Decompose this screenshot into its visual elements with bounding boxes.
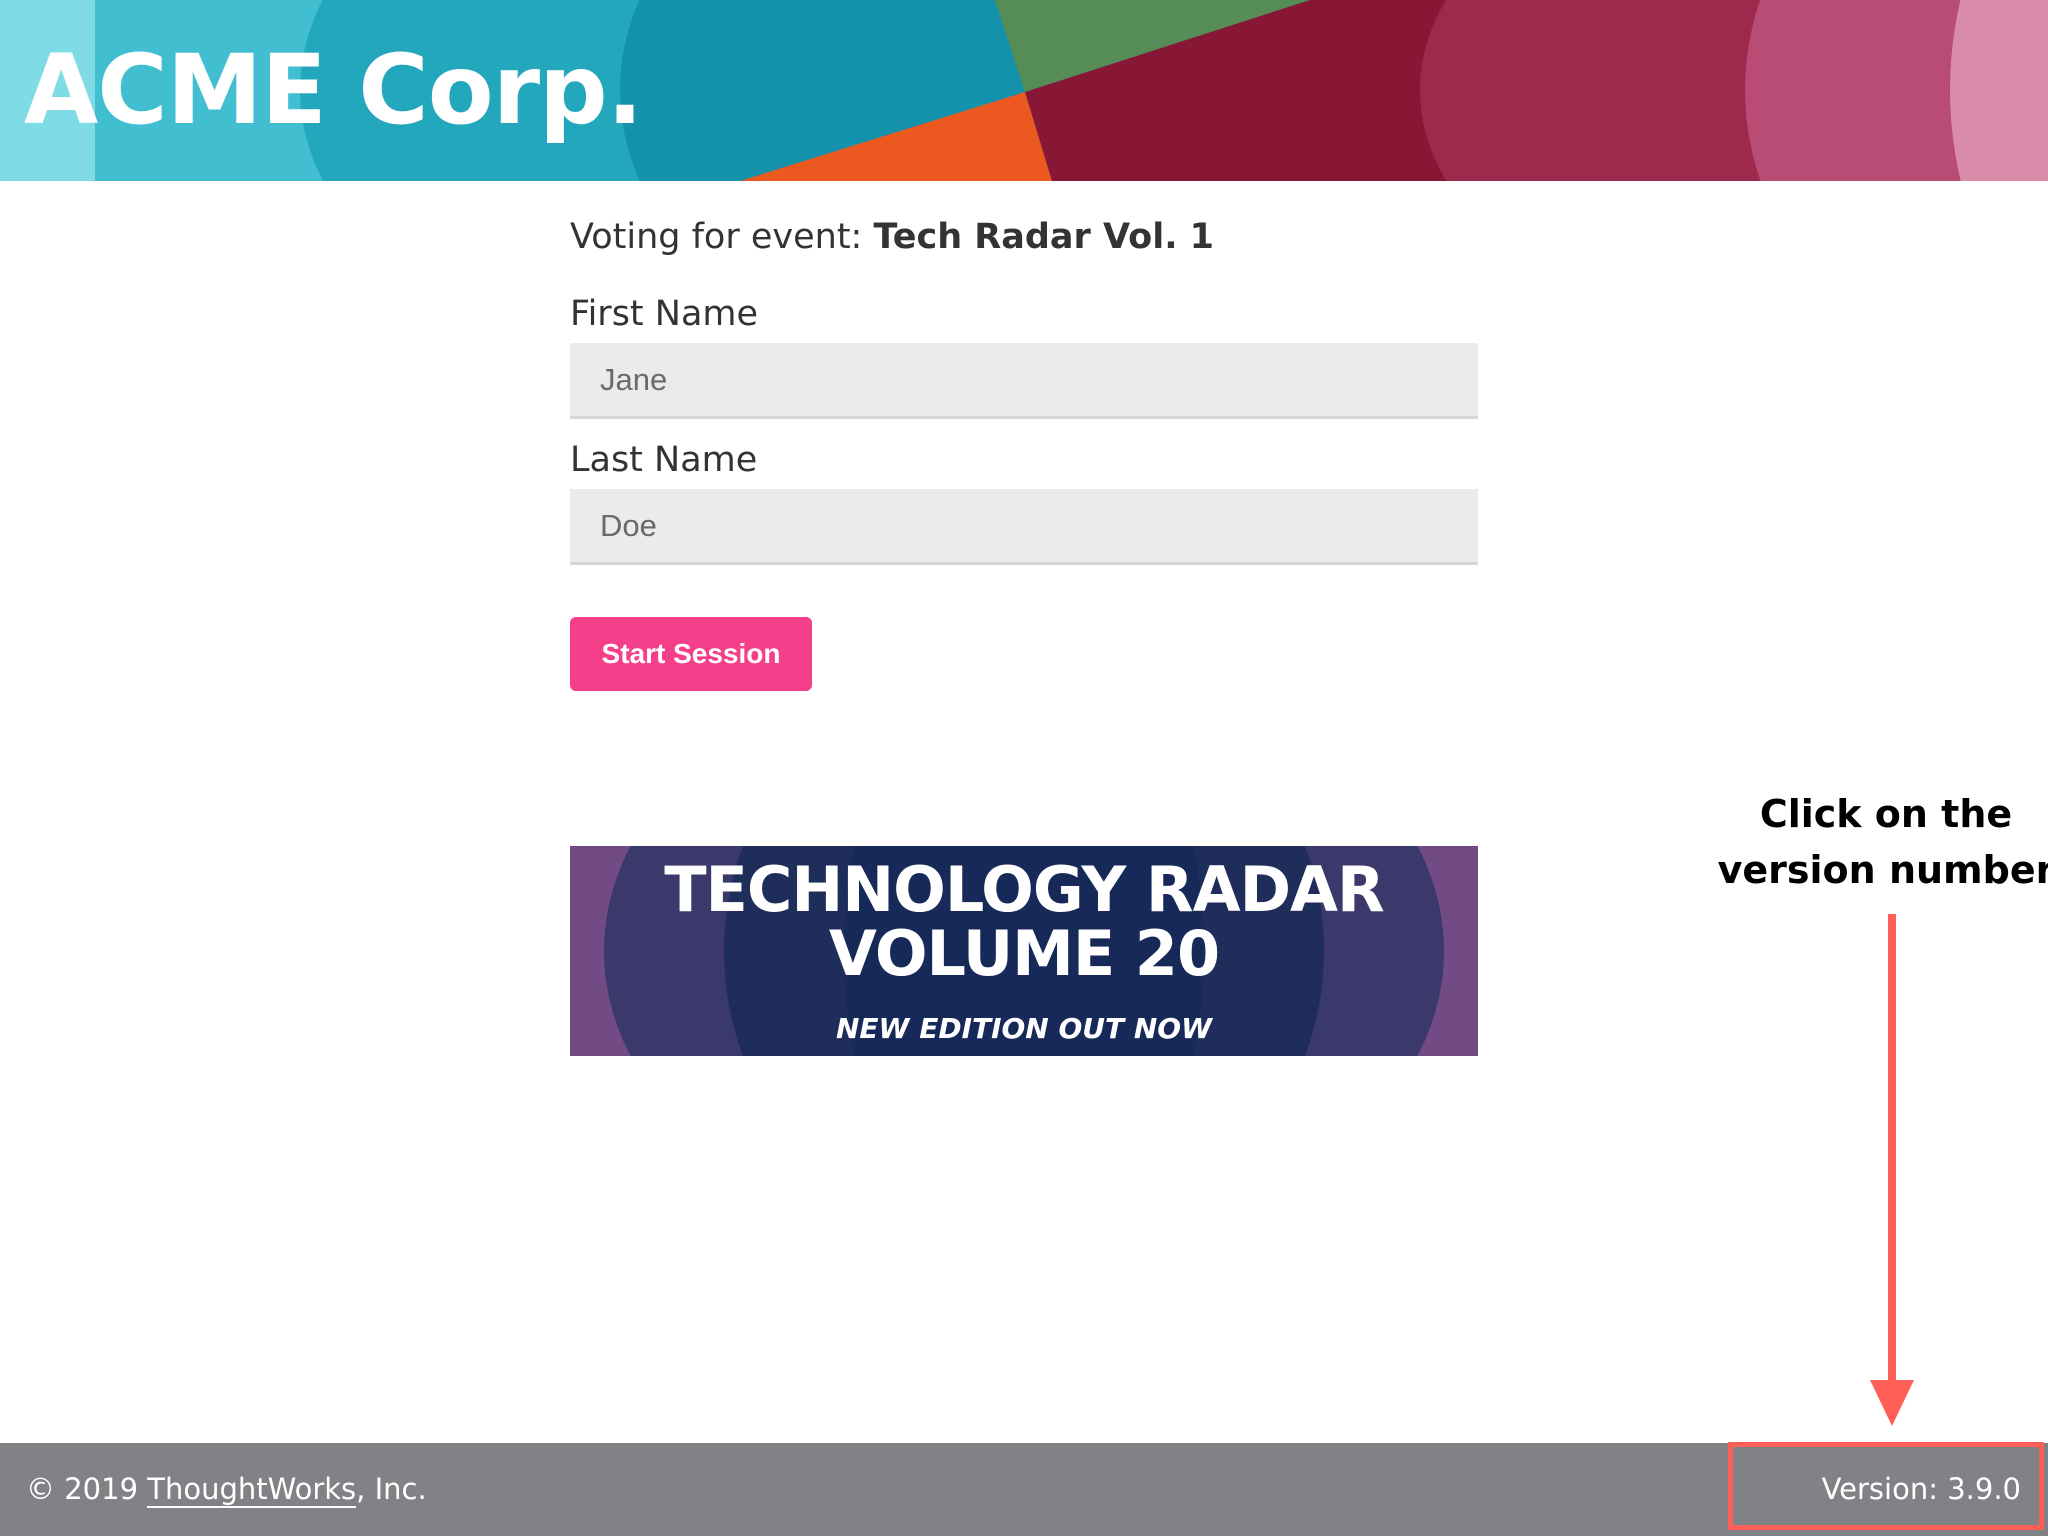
annotation-callout: Click on the version number <box>1716 786 2048 898</box>
event-label: Voting for event: <box>570 217 863 257</box>
copyright-prefix: © 2019 <box>26 1472 148 1506</box>
start-session-button[interactable]: Start Session <box>570 617 812 691</box>
annotation-line-2: version number <box>1717 848 2048 892</box>
annotation-line-1: Click on the <box>1759 792 2013 836</box>
version-number[interactable]: Version: 3.9.0 <box>1822 1469 2021 1509</box>
radar-banner-volume: VOLUME 20 <box>828 917 1220 990</box>
page: ACME Corp. Voting for event: Tech Radar … <box>0 0 2048 1536</box>
last-name-label: Last Name <box>570 440 758 480</box>
voting-form: Voting for event: Tech Radar Vol. 1 Firs… <box>570 210 1478 691</box>
technology-radar-banner[interactable]: TECHNOLOGY RADAR VOLUME 20 NEW EDITION O… <box>570 846 1478 1056</box>
event-line: Voting for event: Tech Radar Vol. 1 <box>570 210 1478 264</box>
event-name: Tech Radar Vol. 1 <box>873 217 1215 257</box>
radar-banner-title: TECHNOLOGY RADAR <box>664 853 1385 926</box>
radar-banner-subtitle: NEW EDITION OUT NOW <box>836 1012 1212 1045</box>
brand-title: ACME Corp. <box>24 34 643 146</box>
first-name-input[interactable] <box>570 343 1478 419</box>
copyright-text: © 2019 ThoughtWorks, Inc. <box>26 1469 427 1509</box>
copyright-suffix: , Inc. <box>356 1472 427 1506</box>
arrow-down-icon <box>1870 914 1914 1426</box>
thoughtworks-link[interactable]: ThoughtWorks <box>147 1472 357 1508</box>
last-name-input[interactable] <box>570 489 1478 565</box>
header-banner: ACME Corp. <box>0 0 2048 181</box>
first-name-label: First Name <box>570 294 759 334</box>
